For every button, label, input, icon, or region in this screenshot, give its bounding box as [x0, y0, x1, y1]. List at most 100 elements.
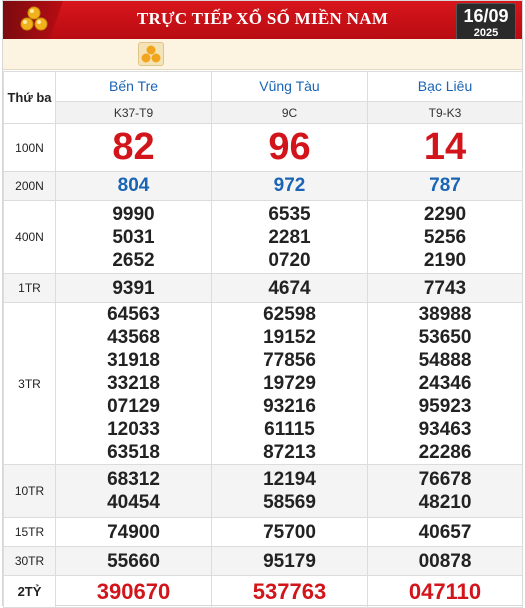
province-name-link[interactable]: Bến Tre [55, 71, 212, 102]
prize-row: 200N 804 972 787 [3, 171, 523, 201]
winning-number: 55660 [107, 550, 160, 572]
prize-label: 15TR [3, 517, 56, 547]
prize-label: 400N [3, 200, 56, 274]
winning-number: 54888 [418, 350, 472, 371]
winning-number: 972 [273, 175, 306, 196]
prize-label: 2TỶ [3, 575, 56, 608]
winning-number: 93216 [263, 396, 316, 417]
winning-number: 43568 [107, 327, 160, 348]
winning-number: 96 [268, 126, 311, 168]
winning-number: 9391 [112, 277, 155, 299]
ticket-code: 9C [211, 101, 368, 124]
winning-number: 77856 [263, 350, 316, 371]
winning-number: 95923 [418, 396, 472, 417]
prize-cell: 55660 [55, 546, 212, 576]
prize-row: 15TR 74900 75700 40657 [3, 517, 523, 547]
prize-row: 2TỶ 390670 537763 047110 [3, 575, 523, 608]
prize-cell: 68312 40454 [55, 464, 212, 518]
winning-number: 48210 [418, 492, 472, 513]
winning-number: 33218 [107, 373, 160, 394]
prize-row: 400N 9990 5031 2652 6535 2281 0720 2290 5256 2190 [3, 200, 523, 274]
winning-number: 5256 [423, 226, 467, 248]
prize-cell: 76678 48210 [367, 464, 523, 518]
prize-cell: 74900 [55, 517, 212, 547]
winning-number: 31918 [107, 350, 160, 371]
prize-cell: 804 [55, 171, 212, 201]
date-badge: 16/09 2025 [456, 3, 516, 43]
page-title: TRỰC TIẾP XỔ SỐ MIỀN NAM [136, 9, 389, 28]
prize-label: 3TR [3, 302, 56, 465]
ticket-code: T9-K3 [367, 101, 523, 124]
prize-cell: 4674 [211, 273, 368, 303]
header-bar: TRỰC TIẾP XỔ SỐ MIỀN NAM 16/09 2025 [3, 1, 522, 43]
winning-number: 61115 [264, 419, 315, 440]
lottery-widget: TRỰC TIẾP XỔ SỐ MIỀN NAM 16/09 2025 Thứ … [2, 0, 523, 608]
prize-cell: 64563 43568 31918 33218 07129 12033 63518 [55, 302, 212, 465]
prize-cell: 9990 5031 2652 [55, 200, 212, 274]
winning-number: 537763 [252, 578, 327, 604]
winning-number: 63518 [107, 442, 160, 463]
winning-number: 2190 [423, 249, 467, 271]
prize-cell: 537763 [211, 575, 368, 608]
prize-row: 10TR 68312 40454 12194 58569 76678 48210 [3, 464, 523, 518]
date-day-month: 16/09 [463, 6, 509, 26]
prize-cell: 2290 5256 2190 [367, 200, 523, 274]
toolbar-strip [3, 39, 522, 70]
prize-cell: 14 [367, 123, 523, 172]
winning-number: 0720 [268, 249, 311, 271]
prize-cell: 047110 [367, 575, 523, 608]
winning-number: 95179 [263, 550, 316, 572]
winning-number: 40657 [418, 521, 472, 543]
day-label: Thứ ba [3, 71, 56, 124]
prize-rows: 100N 82 96 14 200N 804 972 787 400N 9990 5031 2652 6… [3, 123, 523, 608]
winning-number: 19729 [263, 373, 316, 394]
province-header-row: Thứ ba Bến Tre Vũng Tàu Bạc Liêu [3, 71, 523, 124]
winning-number: 53650 [418, 327, 472, 348]
prize-cell: 12194 58569 [211, 464, 368, 518]
prize-cell: 40657 [367, 517, 523, 547]
winning-number: 5031 [112, 226, 155, 248]
prize-row: 3TR 64563 43568 31918 33218 07129 12033 63518 62… [3, 302, 523, 465]
winning-number: 62598 [263, 304, 316, 325]
winning-number: 19152 [263, 327, 316, 348]
prize-label: 100N [3, 123, 56, 172]
prize-label: 1TR [3, 273, 56, 303]
province-name-link[interactable]: Vũng Tàu [211, 71, 368, 102]
winning-number: 93463 [418, 419, 472, 440]
prize-cell: 95179 [211, 546, 368, 576]
winning-number: 40454 [107, 492, 160, 513]
prize-cell: 6535 2281 0720 [211, 200, 368, 274]
winning-number: 2290 [423, 203, 467, 225]
winning-number: 7743 [423, 277, 467, 299]
winning-number: 2281 [268, 226, 311, 248]
winning-number: 64563 [107, 304, 160, 325]
prize-cell: 75700 [211, 517, 368, 547]
winning-number: 6535 [268, 203, 311, 225]
prize-cell: 9391 [55, 273, 212, 303]
winning-number: 12194 [263, 469, 316, 490]
prize-label: 30TR [3, 546, 56, 576]
winning-number: 9990 [112, 203, 155, 225]
prize-label: 10TR [3, 464, 56, 518]
winning-number: 76678 [418, 469, 472, 490]
results-table: Thứ ba Bến Tre Vũng Tàu Bạc Liêu K37-T9 … [3, 71, 523, 608]
ticket-code: K37-T9 [55, 101, 212, 124]
winning-number: 787 [429, 175, 461, 196]
lottery-balls-icon[interactable] [138, 42, 164, 66]
winning-number: 804 [117, 175, 150, 196]
winning-number: 87213 [263, 442, 316, 463]
winning-number: 390670 [96, 578, 171, 604]
winning-number: 58569 [263, 492, 316, 513]
prize-row: 30TR 55660 95179 00878 [3, 546, 523, 576]
prize-row: 100N 82 96 14 [3, 123, 523, 172]
winning-number: 12033 [107, 419, 160, 440]
prize-row: 1TR 9391 4674 7743 [3, 273, 523, 303]
winning-number: 74900 [107, 521, 160, 543]
province-name-link[interactable]: Bạc Liêu [367, 71, 523, 102]
prize-label: 200N [3, 171, 56, 201]
prize-cell: 62598 19152 77856 19729 93216 61115 87213 [211, 302, 368, 465]
prize-cell: 00878 [367, 546, 523, 576]
winning-number: 2652 [112, 249, 155, 271]
prize-cell: 38988 53650 54888 24346 95923 93463 22286 [367, 302, 523, 465]
winning-number: 07129 [107, 396, 160, 417]
